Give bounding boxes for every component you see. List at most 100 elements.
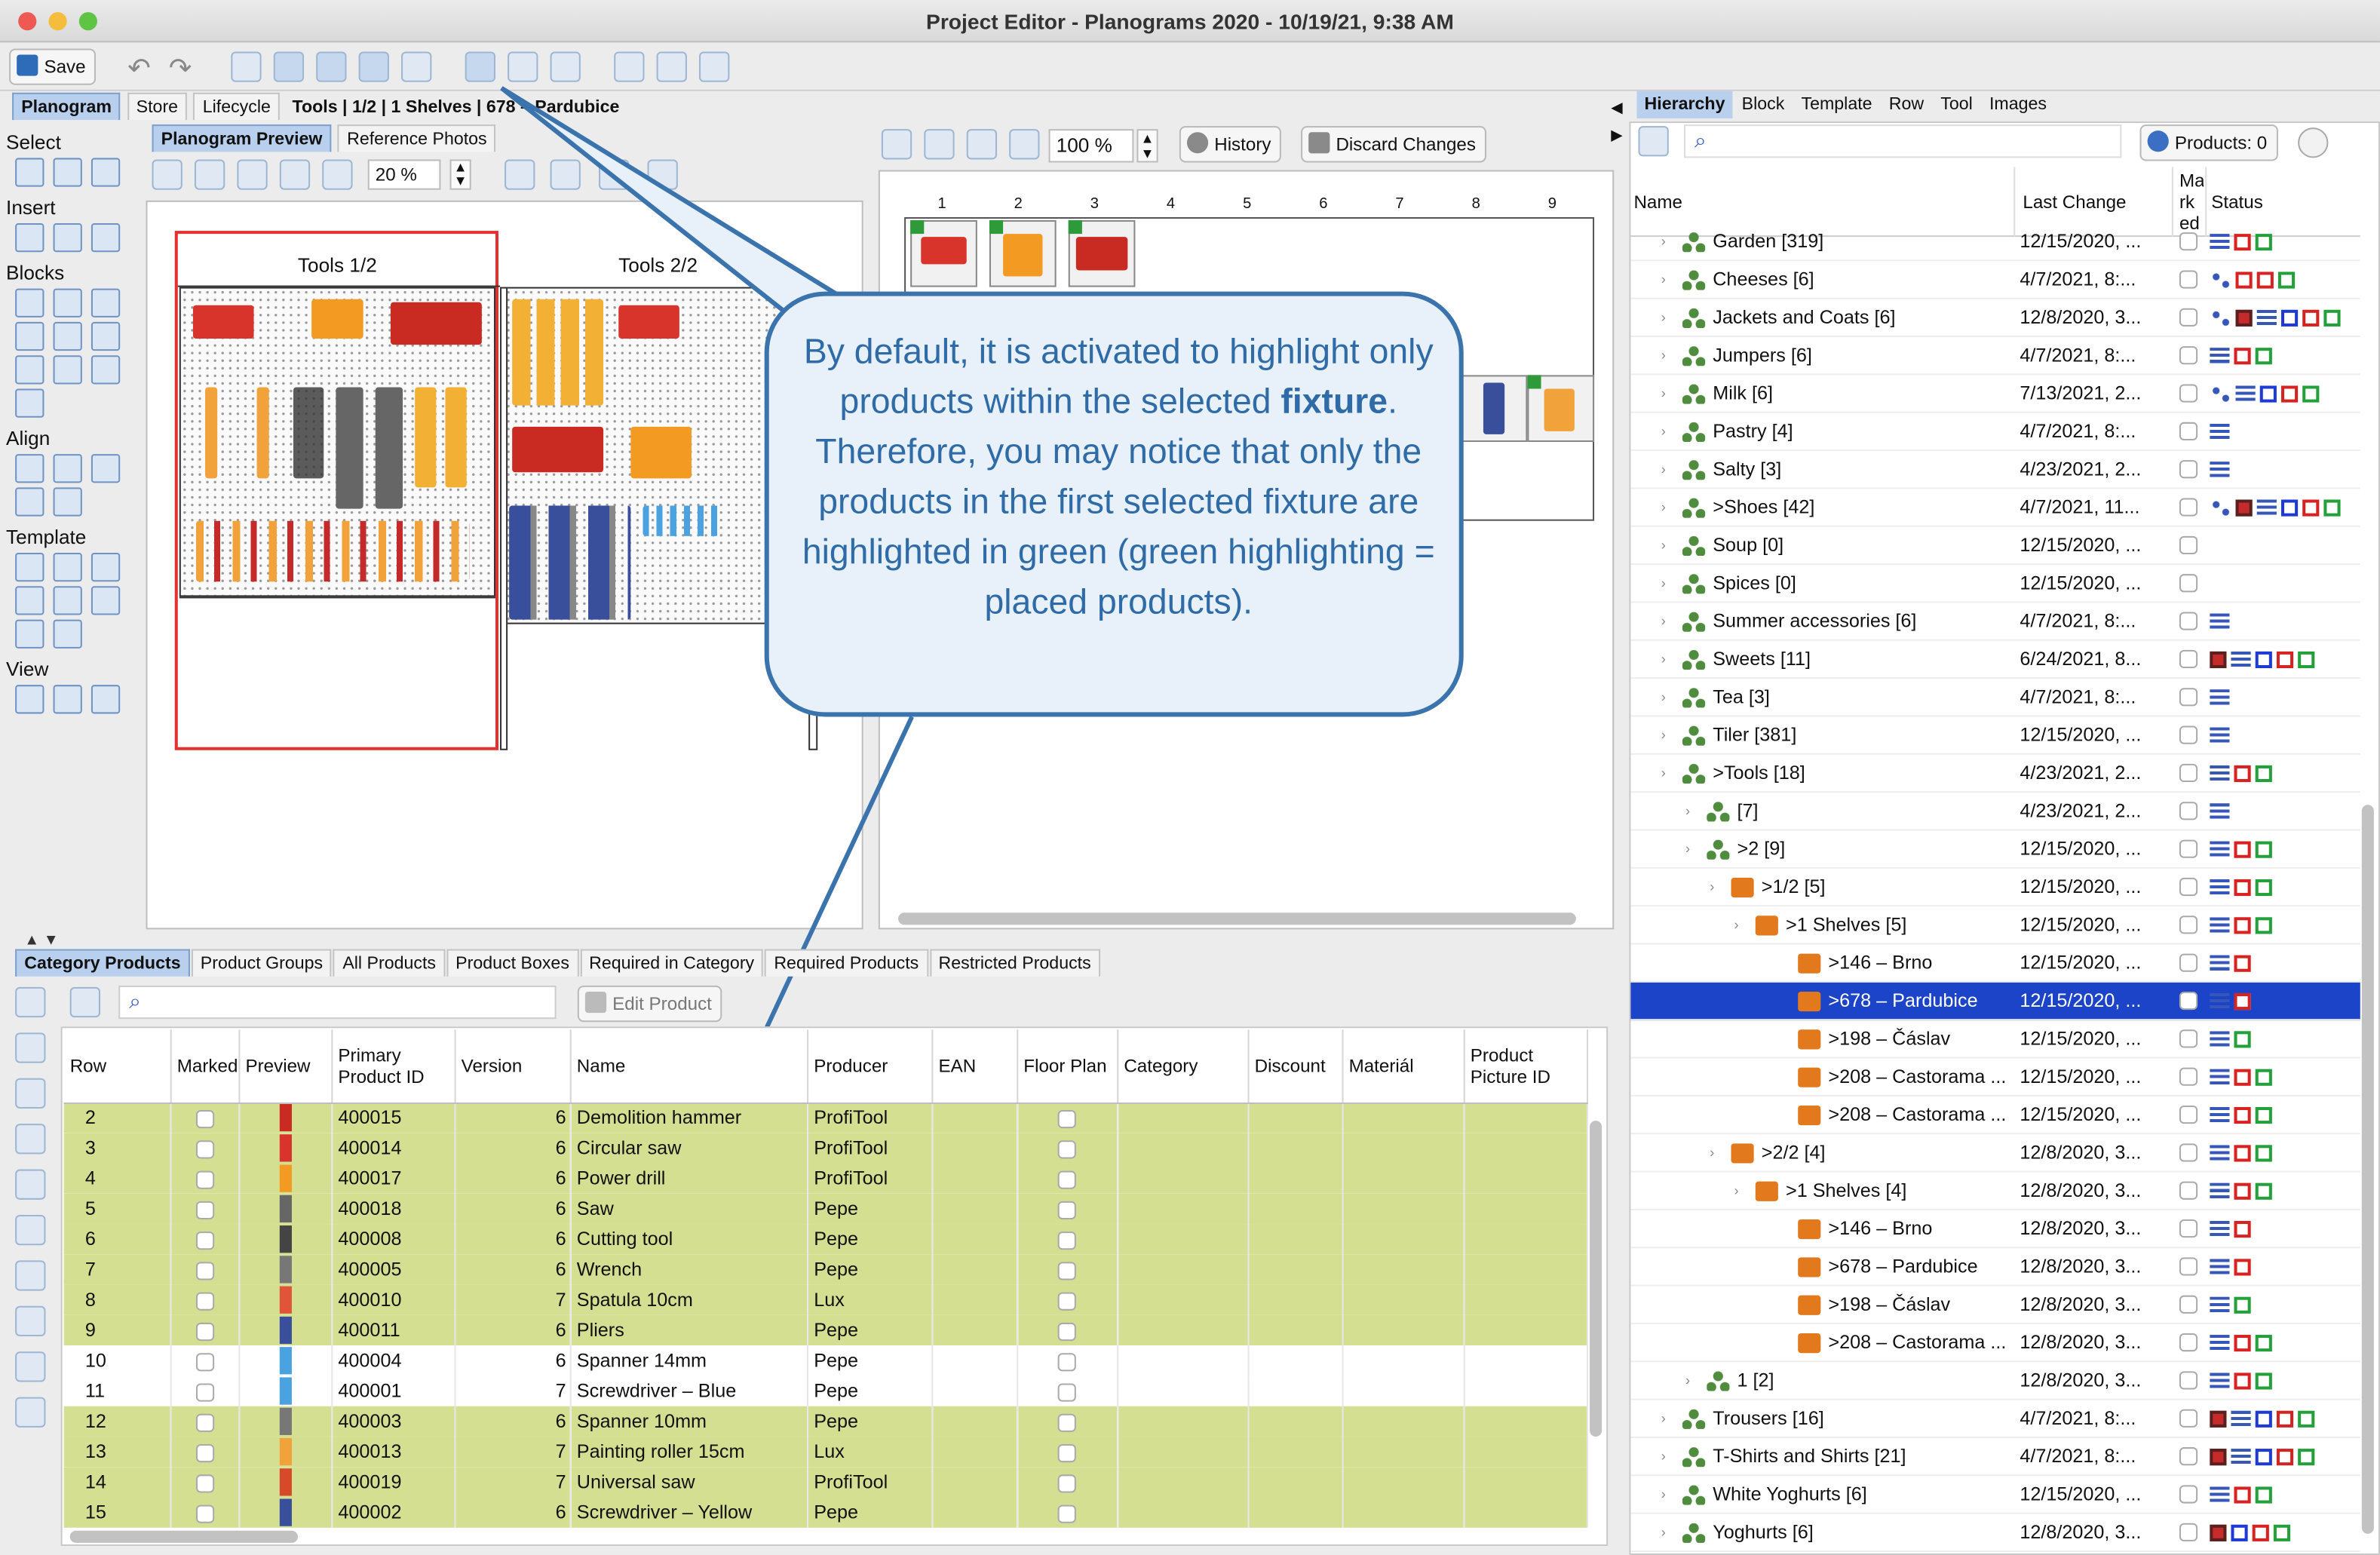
zoom-window-icon[interactable] xyxy=(78,12,97,31)
tab-reference-photos[interactable]: Reference Photos xyxy=(338,124,496,152)
copy-icon[interactable] xyxy=(15,1032,46,1063)
hierarchy-header-name[interactable]: Name xyxy=(1633,192,1682,213)
tab-planogram-preview[interactable]: Planogram Preview xyxy=(152,124,332,152)
marked-checkbox[interactable] xyxy=(195,1443,214,1462)
table-icon[interactable] xyxy=(614,51,645,82)
expand-toggle-icon[interactable]: › xyxy=(1661,679,1666,716)
tree-marked-checkbox[interactable] xyxy=(2179,1029,2198,1048)
expand-toggle-icon[interactable]: › xyxy=(1661,603,1666,640)
expand-toggle-icon[interactable]: › xyxy=(1734,1173,1738,1210)
table-row[interactable]: 12 400003 6 Spanner 10mm Pepe xyxy=(63,1406,1587,1437)
table-row[interactable]: 11 400001 7 Screwdriver – Blue Pepe xyxy=(63,1376,1587,1406)
tree-marked-checkbox[interactable] xyxy=(2179,460,2198,479)
floor-plan-checkbox[interactable] xyxy=(1057,1443,1076,1462)
zoom-out-icon[interactable] xyxy=(237,159,268,190)
tab-lifecycle[interactable]: Lifecycle xyxy=(193,92,281,121)
tab-planogram[interactable]: Planogram xyxy=(12,92,121,121)
split-view-icon[interactable] xyxy=(273,51,305,82)
template-6-icon[interactable] xyxy=(90,586,121,615)
csv-icon[interactable] xyxy=(15,1305,46,1337)
clear-filter-icon[interactable] xyxy=(2298,127,2329,158)
tree-row[interactable]: >198 – Čáslav 12/8/2020, 3... xyxy=(1630,1287,2360,1324)
tree-marked-checkbox[interactable] xyxy=(2179,1523,2198,1541)
tree-marked-checkbox[interactable] xyxy=(2179,612,2198,630)
tree-row[interactable]: › Jackets and Coats [6] 12/8/2020, 3... xyxy=(1630,299,2360,338)
table-row[interactable]: 3 400014 6 Circular saw ProfiTool xyxy=(63,1133,1587,1164)
floor-plan-checkbox[interactable] xyxy=(1057,1322,1076,1341)
expand-toggle-icon[interactable]: › xyxy=(1661,413,1666,451)
tree-row[interactable]: >146 – Brno 12/8/2020, 3... xyxy=(1630,1210,2360,1249)
product-power-drill-2[interactable] xyxy=(630,426,692,479)
blocks-5-icon[interactable] xyxy=(53,321,82,351)
tree-marked-checkbox[interactable] xyxy=(2179,1067,2198,1086)
tree-row[interactable]: › Spices [0] 12/15/2020, ... xyxy=(1630,565,2360,603)
tree-row[interactable]: › Pastry [4] 4/7/2021, 8:... xyxy=(1630,413,2360,452)
tree-marked-checkbox[interactable] xyxy=(2179,384,2198,403)
tree-marked-checkbox[interactable] xyxy=(2179,1371,2198,1390)
hierarchy-header-status[interactable]: Status xyxy=(2211,192,2263,213)
product-table-horizontal-scrollbar[interactable] xyxy=(69,1530,298,1543)
table-row[interactable]: 14 400019 7 Universal saw ProfiTool xyxy=(63,1467,1587,1498)
xo-remove-icon[interactable] xyxy=(15,1260,46,1291)
marked-checkbox[interactable] xyxy=(195,1139,214,1158)
tree-marked-checkbox[interactable] xyxy=(2179,498,2198,517)
expand-toggle-icon[interactable]: › xyxy=(1710,1134,1714,1172)
tree-marked-checkbox[interactable] xyxy=(2179,1295,2198,1314)
expand-toggle-icon[interactable]: › xyxy=(1661,565,1666,603)
chart-icon[interactable] xyxy=(550,159,581,190)
product-demolition-hammer-2[interactable] xyxy=(512,426,604,473)
tree-row[interactable]: › [7] 4/23/2021, 2... xyxy=(1630,793,2360,831)
template-3-icon[interactable] xyxy=(90,552,121,582)
preview-zoom-field[interactable]: 20 % xyxy=(367,159,441,190)
product-saws-group[interactable] xyxy=(509,505,631,620)
tree-marked-checkbox[interactable] xyxy=(2179,991,2198,1011)
expand-toggle-icon[interactable]: › xyxy=(1710,869,1714,906)
header-preview[interactable]: Preview xyxy=(238,1029,333,1103)
marked-checkbox[interactable] xyxy=(195,1201,214,1219)
product-circular-saw[interactable] xyxy=(192,305,254,339)
zoom-fit-icon[interactable] xyxy=(322,159,353,190)
tree-row[interactable]: › >Shoes [42] 4/7/2021, 11... xyxy=(1630,489,2360,527)
tab-product-boxes[interactable]: Product Boxes xyxy=(446,949,579,977)
template-5-icon[interactable] xyxy=(53,586,82,615)
shelf-icon[interactable] xyxy=(508,51,538,82)
camera-icon[interactable] xyxy=(316,51,347,82)
expand-toggle-icon[interactable]: › xyxy=(1661,1400,1666,1438)
tree-marked-checkbox[interactable] xyxy=(2179,725,2198,744)
align-columns-icon[interactable] xyxy=(53,487,82,517)
product-search-input[interactable]: ⌕ xyxy=(118,985,557,1020)
redo-icon[interactable]: ↷ xyxy=(169,53,192,84)
tree-row[interactable]: › Soup [0] 12/15/2020, ... xyxy=(1630,527,2360,566)
tree-marked-checkbox[interactable] xyxy=(2179,1219,2198,1238)
product-table-vertical-scrollbar[interactable] xyxy=(1590,1121,1603,1437)
tree-row[interactable]: › >1/2 [5] 12/15/2020, ... xyxy=(1630,869,2360,907)
discard-changes-button[interactable]: Discard Changes xyxy=(1301,126,1487,163)
xo-icon[interactable] xyxy=(599,159,630,190)
tree-row[interactable]: >678 – Pardubice 12/8/2020, 3... xyxy=(1630,1248,2360,1287)
floor-plan-checkbox[interactable] xyxy=(1057,1382,1076,1402)
marked-checkbox[interactable] xyxy=(195,1170,214,1189)
tab-hierarchy[interactable]: Hierarchy xyxy=(1636,90,1733,119)
expand-toggle-icon[interactable]: › xyxy=(1661,716,1666,754)
header-primary-product-id[interactable]: Primary Product ID xyxy=(331,1029,455,1103)
hierarchy-icon[interactable] xyxy=(401,51,432,82)
expand-toggle-icon[interactable]: › xyxy=(1661,451,1666,489)
highlight-fixture-icon[interactable] xyxy=(465,51,495,82)
view-colors-icon[interactable] xyxy=(53,685,82,714)
expand-toggle-icon[interactable]: › xyxy=(1734,906,1738,944)
blocks-10-icon[interactable] xyxy=(15,388,44,418)
floor-plan-checkbox[interactable] xyxy=(1057,1413,1076,1432)
tree-row[interactable]: › >1 Shelves [5] 12/15/2020, ... xyxy=(1630,906,2360,945)
tab-tool[interactable]: Tool xyxy=(1933,91,1980,118)
tree-row[interactable]: › Salty [3] 4/23/2021, 2... xyxy=(1630,451,2360,489)
header-marked[interactable]: Marked xyxy=(170,1029,240,1103)
expand-toggle-icon[interactable]: › xyxy=(1661,299,1666,337)
floor-plan-checkbox[interactable] xyxy=(1057,1474,1076,1492)
tab-row[interactable]: Row xyxy=(1882,91,1932,118)
tree-marked-checkbox[interactable] xyxy=(2179,308,2198,327)
header-category[interactable]: Category xyxy=(1117,1029,1249,1103)
tree-marked-checkbox[interactable] xyxy=(2179,916,2198,934)
floor-plan-checkbox[interactable] xyxy=(1057,1201,1076,1219)
view-list-icon[interactable] xyxy=(90,685,121,714)
product-hammer[interactable] xyxy=(205,387,218,479)
